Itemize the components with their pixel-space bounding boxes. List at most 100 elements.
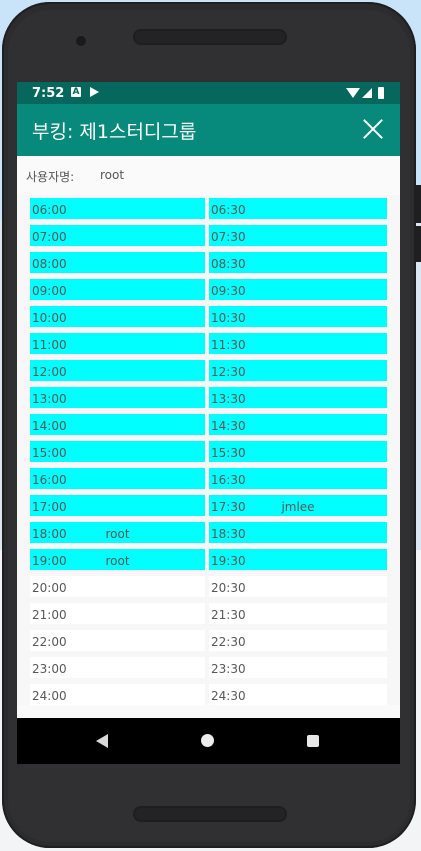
battery-icon <box>378 87 384 99</box>
time-slot-left[interactable]: 23:00 <box>30 657 205 678</box>
slot-time: 15:00 <box>32 446 67 460</box>
time-slot-left[interactable]: 24:00 <box>30 684 205 705</box>
time-slot-left[interactable]: 11:00 <box>30 333 205 354</box>
time-slot-right[interactable]: 18:30 <box>209 522 387 543</box>
slot-time: 21:00 <box>32 608 67 622</box>
close-icon[interactable] <box>359 115 387 143</box>
time-slot-left[interactable]: 14:00 <box>30 414 205 435</box>
slot-user: jmlee <box>281 500 315 514</box>
wifi-icon <box>346 88 360 98</box>
top-speaker <box>133 29 287 45</box>
slot-time: 19:30 <box>211 554 246 568</box>
slot-time: 13:30 <box>211 392 246 406</box>
time-slot-left[interactable]: 19:00 root <box>30 549 205 570</box>
time-slot-right[interactable]: 09:30 <box>209 279 387 300</box>
time-slot-left[interactable]: 20:00 <box>30 576 205 597</box>
user-info: 사용자명: root <box>17 156 400 194</box>
slot-time: 09:00 <box>32 284 67 298</box>
slot-time: 08:00 <box>32 257 67 271</box>
time-slot-left[interactable]: 18:00 root <box>30 522 205 543</box>
time-slot-left[interactable]: 09:00 <box>30 279 205 300</box>
slot-time: 07:30 <box>211 230 246 244</box>
slot-time: 10:30 <box>211 311 246 325</box>
time-slot-left[interactable]: 13:00 <box>30 387 205 408</box>
time-slot-right[interactable]: 15:30 <box>209 441 387 462</box>
time-slot-right[interactable]: 21:30 <box>209 603 387 624</box>
time-slot-left[interactable]: 06:00 <box>30 198 205 219</box>
time-slot-right[interactable]: 07:30 <box>209 225 387 246</box>
time-slot-right[interactable]: 19:30 <box>209 549 387 570</box>
time-slot-left[interactable]: 16:00 <box>30 468 205 489</box>
slot-time: 12:00 <box>32 365 67 379</box>
front-camera <box>76 36 86 46</box>
time-slot-right[interactable]: 13:30 <box>209 387 387 408</box>
slot-time: 24:00 <box>32 689 67 703</box>
slot-time: 14:30 <box>211 419 246 433</box>
slot-time: 16:30 <box>211 473 246 487</box>
slot-time: 15:30 <box>211 446 246 460</box>
slot-time: 08:30 <box>211 257 246 271</box>
slot-time: 07:00 <box>32 230 67 244</box>
slot-time: 12:30 <box>211 365 246 379</box>
recents-icon[interactable] <box>307 735 319 747</box>
slot-time: 23:00 <box>32 662 67 676</box>
slot-time: 22:30 <box>211 635 246 649</box>
volume-button[interactable] <box>416 185 421 223</box>
slot-user: root <box>105 554 130 568</box>
status-icons <box>346 86 392 100</box>
time-slot-left[interactable]: 07:00 <box>30 225 205 246</box>
time-slot-right[interactable]: 11:30 <box>209 333 387 354</box>
slot-time: 11:00 <box>32 338 67 352</box>
time-slot-right[interactable]: 23:30 <box>209 657 387 678</box>
time-slot-right[interactable]: 14:30 <box>209 414 387 435</box>
slot-time: 17:00 <box>32 500 67 514</box>
page-title: 부킹: 제1스터디그룹 <box>32 121 197 143</box>
slot-time: 06:30 <box>211 203 246 217</box>
slot-time: 14:00 <box>32 419 67 433</box>
slot-time: 16:00 <box>32 473 67 487</box>
time-slot-left[interactable]: 10:00 <box>30 306 205 327</box>
slot-time: 23:30 <box>211 662 246 676</box>
time-slot-right[interactable]: 24:30 <box>209 684 387 705</box>
app-bar: 부킹: 제1스터디그룹 <box>17 104 400 156</box>
slot-time: 13:00 <box>32 392 67 406</box>
slot-time: 11:30 <box>211 338 246 352</box>
user-label: 사용자명: <box>26 170 75 184</box>
time-slot-right[interactable]: 06:30 <box>209 198 387 219</box>
time-slot-left[interactable]: 15:00 <box>30 441 205 462</box>
app-screen: 7:52 A 부킹: 제1스터디그룹 사용자명: root 06:00 07:00… <box>17 82 400 764</box>
slot-time: 10:00 <box>32 311 67 325</box>
status-time: 7:52 <box>32 86 65 101</box>
time-slot-left[interactable]: 17:00 <box>30 495 205 516</box>
time-slot-right[interactable]: 10:30 <box>209 306 387 327</box>
signal-icon <box>362 88 372 98</box>
time-slot-left[interactable]: 22:00 <box>30 630 205 651</box>
slot-user: root <box>105 527 130 541</box>
notification-a-icon: A <box>71 87 81 97</box>
slot-time: 06:00 <box>32 203 67 217</box>
slot-time: 22:00 <box>32 635 67 649</box>
time-slot-right[interactable]: 08:30 <box>209 252 387 273</box>
slot-time: 21:30 <box>211 608 246 622</box>
booking-grid: 06:00 07:00 08:00 09:00 10:00 11:00 12:00 13:00… <box>17 195 400 705</box>
time-slot-left[interactable]: 21:00 <box>30 603 205 624</box>
back-icon[interactable] <box>96 734 108 748</box>
slot-time: 20:30 <box>211 581 246 595</box>
user-value: root <box>100 168 125 182</box>
home-icon[interactable] <box>201 734 214 747</box>
time-slot-right[interactable]: 20:30 <box>209 576 387 597</box>
status-bar: 7:52 A <box>17 82 400 104</box>
time-slot-left[interactable]: 12:00 <box>30 360 205 381</box>
navigation-bar <box>17 718 400 764</box>
bottom-speaker <box>133 806 287 822</box>
power-button[interactable] <box>416 226 421 262</box>
slot-time: 09:30 <box>211 284 246 298</box>
time-slot-right[interactable]: 17:30 jmlee <box>209 495 387 516</box>
slot-time: 20:00 <box>32 581 67 595</box>
time-slot-right[interactable]: 16:30 <box>209 468 387 489</box>
time-slot-left[interactable]: 08:00 <box>30 252 205 273</box>
slot-time: 18:30 <box>211 527 246 541</box>
play-store-icon <box>90 87 99 97</box>
time-slot-right[interactable]: 22:30 <box>209 630 387 651</box>
time-slot-right[interactable]: 12:30 <box>209 360 387 381</box>
